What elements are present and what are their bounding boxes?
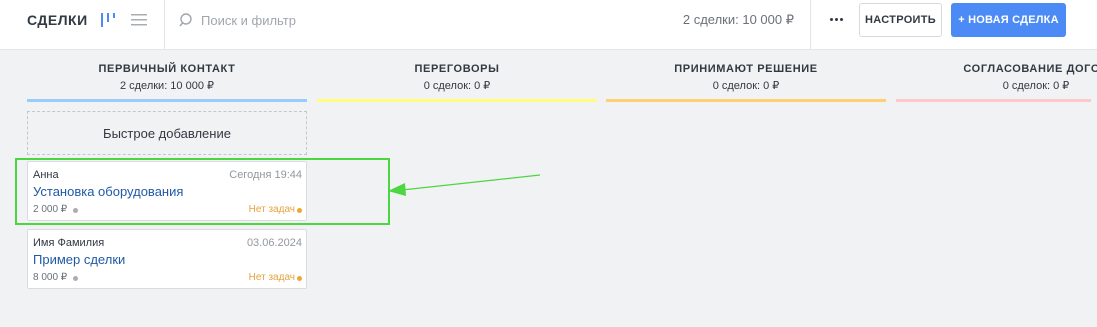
card-deal-link[interactable]: Установка оборудования <box>33 184 183 199</box>
search-icon <box>179 13 192 27</box>
column-count: 0 сделок: 0 ₽ <box>423 80 491 92</box>
card-date: Сегодня 19:44 <box>229 169 302 181</box>
pipeline-view-icon[interactable] <box>99 11 117 29</box>
list-view-icon[interactable] <box>131 12 147 28</box>
search-input[interactable] <box>201 8 601 32</box>
divider <box>164 0 165 50</box>
tasks-dot-icon <box>297 276 302 281</box>
quick-add-button[interactable]: Быстрое добавление <box>27 111 307 155</box>
column-color-line <box>317 99 597 102</box>
tasks-dot-icon <box>297 208 302 213</box>
price-dot-icon <box>73 208 78 213</box>
column-header-negotiations: ПЕРЕГОВОРЫ 0 сделок: 0 ₽ <box>317 63 597 92</box>
column-header-decision: ПРИНИМАЮТ РЕШЕНИЕ 0 сделок: 0 ₽ <box>606 63 886 92</box>
card-contact: Анна <box>33 169 59 181</box>
more-icon[interactable] <box>825 8 847 30</box>
deal-card[interactable]: Имя Фамилия 03.06.2024 Пример сделки 8 0… <box>27 229 307 289</box>
card-contact: Имя Фамилия <box>33 237 105 249</box>
new-deal-button[interactable]: + НОВАЯ СДЕЛКА <box>951 3 1066 37</box>
card-tasks-status[interactable]: Нет задач <box>249 272 295 283</box>
column-name: ПЕРВИЧНЫЙ КОНТАКТ <box>98 63 236 75</box>
column-name: СОГЛАСОВАНИЕ ДОГОВ <box>963 63 1097 75</box>
card-date: 03.06.2024 <box>246 237 302 249</box>
settings-button[interactable]: НАСТРОИТЬ <box>859 3 942 37</box>
card-price: 2 000 ₽ <box>33 204 68 215</box>
column-count: 0 сделок: 0 ₽ <box>1002 80 1070 92</box>
column-name: ПРИНИМАЮТ РЕШЕНИЕ <box>674 63 818 75</box>
column-name: ПЕРЕГОВОРЫ <box>414 63 500 75</box>
page-title: СДЕЛКИ <box>27 12 88 28</box>
column-count: 2 сделки: 10 000 ₽ <box>119 80 215 92</box>
column-header-contract: СОГЛАСОВАНИЕ ДОГОВ 0 сделок: 0 ₽ <box>896 63 1097 92</box>
column-count: 0 сделок: 0 ₽ <box>712 80 780 92</box>
divider <box>810 0 811 50</box>
column-color-line <box>606 99 886 102</box>
top-bar: СДЕЛКИ 2 сделки: 10 000 ₽ НАСТРОИТЬ + НО… <box>0 0 1097 50</box>
column-header-primary-contact: ПЕРВИЧНЫЙ КОНТАКТ 2 сделки: 10 000 ₽ <box>27 63 307 92</box>
deal-card[interactable]: Анна Сегодня 19:44 Установка оборудовани… <box>27 161 307 221</box>
card-deal-link[interactable]: Пример сделки <box>33 252 125 267</box>
price-dot-icon <box>73 276 78 281</box>
card-tasks-status[interactable]: Нет задач <box>249 204 295 215</box>
annotation-arrow-icon <box>388 174 541 196</box>
column-color-line <box>896 99 1091 102</box>
deals-summary: 2 сделки: 10 000 ₽ <box>682 12 794 27</box>
card-price: 8 000 ₽ <box>33 272 68 283</box>
column-color-line <box>27 99 307 102</box>
